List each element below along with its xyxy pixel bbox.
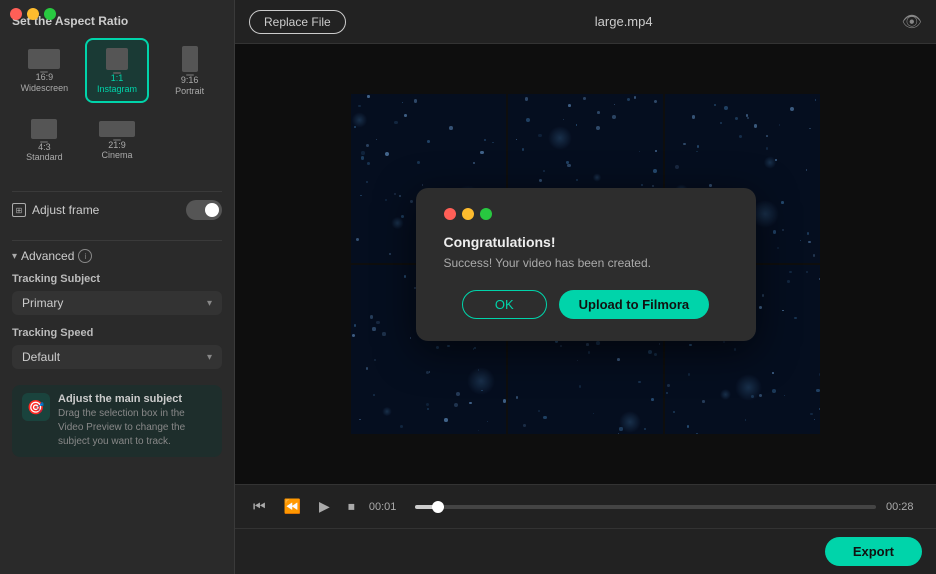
app-traffic-lights: [10, 8, 56, 20]
aspect-label-1-1: 1:1Instagram: [97, 73, 137, 95]
aspect-label-16-9: 16:9Widescreen: [21, 72, 69, 94]
video-area: Congratulations! Success! Your video has…: [235, 44, 936, 484]
tracking-speed-dropdown[interactable]: Default ▾: [12, 345, 222, 369]
cinema-icon: [99, 121, 135, 137]
modal-tl-max[interactable]: [480, 208, 492, 220]
export-button[interactable]: Export: [825, 537, 922, 566]
modal-buttons: OK Upload to Filmora: [444, 290, 728, 319]
bottom-bar: Export: [235, 528, 936, 574]
info-icon: i: [78, 249, 92, 263]
stop-button[interactable]: ⏹: [344, 496, 359, 517]
dropdown-arrow-speed: ▾: [207, 352, 212, 363]
tl-fullscreen[interactable]: [44, 8, 56, 20]
adjust-frame-label: ⊞ Adjust frame: [12, 203, 99, 217]
modal-tl-close[interactable]: [444, 208, 456, 220]
tracking-subject-label: Tracking Subject: [12, 273, 222, 285]
total-time: 00:28: [886, 501, 922, 513]
tracking-speed-label: Tracking Speed: [12, 327, 222, 339]
playback-bar: ⏮ ⏪ ▶ ⏹ 00:01 00:28: [235, 484, 936, 528]
modal-tl-min[interactable]: [462, 208, 474, 220]
hint-title: Adjust the main subject: [58, 393, 212, 405]
tracking-subject-value: Primary: [22, 296, 63, 310]
top-bar: Replace File large.mp4 👁: [235, 0, 936, 44]
advanced-label: Advanced: [21, 249, 74, 263]
sidebar: Set the Aspect Ratio 16:9Widescreen 1:1I…: [0, 0, 235, 574]
aspect-item-16-9[interactable]: 16:9Widescreen: [12, 38, 77, 103]
tracking-subject-dropdown[interactable]: Primary ▾: [12, 291, 222, 315]
standard-icon: [31, 119, 57, 139]
portrait-icon: [182, 46, 198, 72]
hint-box: 🎯 Adjust the main subject Drag the selec…: [12, 385, 222, 457]
modal-overlay: Congratulations! Success! Your video has…: [235, 44, 936, 484]
replace-file-button[interactable]: Replace File: [249, 10, 346, 34]
chevron-down-icon: ▾: [12, 251, 17, 262]
modal-message: Success! Your video has been created.: [444, 256, 728, 270]
upload-to-filmora-button[interactable]: Upload to Filmora: [559, 290, 710, 319]
advanced-section-header[interactable]: ▾ Advanced i: [12, 249, 222, 263]
aspect-ratio-grid-row1: 16:9Widescreen 1:1Instagram 9:16Portrait: [12, 38, 222, 103]
main-area: Replace File large.mp4 👁 Congratulations…: [235, 0, 936, 574]
aspect-item-9-16[interactable]: 9:16Portrait: [157, 38, 222, 103]
file-name: large.mp4: [595, 14, 653, 29]
success-modal: Congratulations! Success! Your video has…: [416, 188, 756, 341]
eye-icon[interactable]: 👁: [902, 12, 922, 32]
hint-desc: Drag the selection box in the Video Prev…: [58, 407, 212, 449]
aspect-label-9-16: 9:16Portrait: [175, 75, 204, 97]
skip-back-button[interactable]: ⏮: [249, 496, 270, 517]
aspect-label-21-9: 21:9Cinema: [101, 140, 132, 162]
aspect-ratio-grid-row2: 4:3Standard 21:9Cinema: [12, 111, 222, 170]
divider-2: [12, 240, 222, 241]
wide-icon: [28, 49, 60, 69]
current-time: 00:01: [369, 501, 405, 513]
progress-thumb: [432, 501, 444, 513]
square-icon: [106, 48, 128, 70]
hint-text: Adjust the main subject Drag the selecti…: [58, 393, 212, 449]
play-button[interactable]: ▶: [315, 496, 334, 517]
aspect-item-21-9[interactable]: 21:9Cinema: [85, 111, 150, 170]
progress-bar[interactable]: [415, 505, 876, 509]
aspect-item-1-1[interactable]: 1:1Instagram: [85, 38, 150, 103]
adjust-frame-row: ⊞ Adjust frame: [12, 200, 222, 220]
frame-icon: ⊞: [12, 203, 26, 217]
aspect-item-4-3[interactable]: 4:3Standard: [12, 111, 77, 170]
tracking-speed-value: Default: [22, 350, 60, 364]
hint-icon: 🎯: [22, 393, 50, 421]
tl-minimize[interactable]: [27, 8, 39, 20]
adjust-frame-toggle[interactable]: [186, 200, 222, 220]
step-back-button[interactable]: ⏪: [280, 496, 305, 517]
tl-close[interactable]: [10, 8, 22, 20]
dropdown-arrow-subject: ▾: [207, 298, 212, 309]
aspect-label-4-3: 4:3Standard: [26, 142, 63, 164]
ok-button[interactable]: OK: [462, 290, 547, 319]
modal-traffic-lights: [444, 208, 728, 220]
divider-1: [12, 191, 222, 192]
modal-title: Congratulations!: [444, 234, 728, 250]
